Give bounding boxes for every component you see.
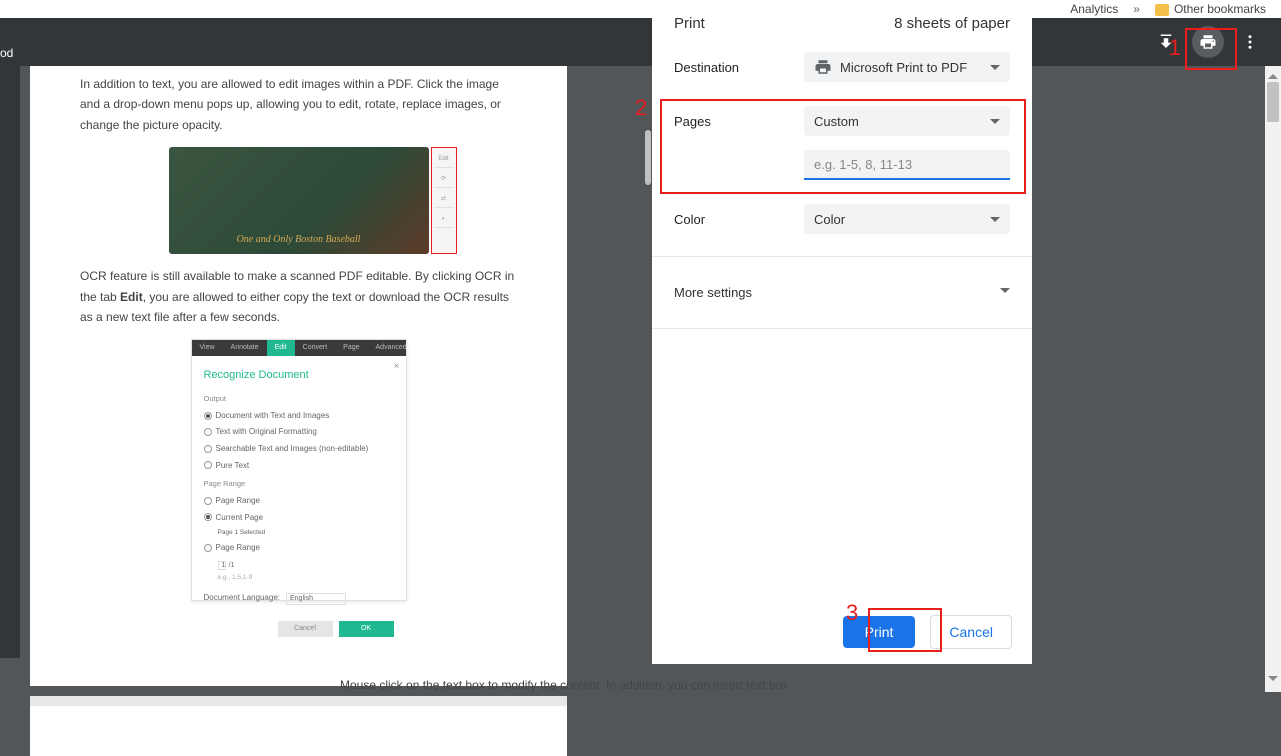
print-title: Print: [674, 15, 705, 32]
destination-dropdown[interactable]: Microsoft Print to PDF: [804, 52, 1010, 82]
chevron-down-icon: [1000, 288, 1010, 300]
more-menu-button[interactable]: [1234, 26, 1266, 58]
pages-dropdown[interactable]: Custom: [804, 106, 1010, 136]
print-dialog: Print 8 sheets of paper Destination Micr…: [652, 0, 1032, 664]
bookmark-other[interactable]: Other bookmarks: [1155, 2, 1266, 16]
preview-page-1: In addition to text, you are allowed to …: [30, 66, 567, 686]
pages-label: Pages: [674, 114, 804, 129]
annotation-1: 1: [1169, 35, 1181, 61]
printer-small-icon: [814, 58, 832, 76]
preview-scrollbar-thumb[interactable]: [645, 130, 651, 185]
doc-illustration-ocr-dialog: View Annotate Edit Convert Page Advanced…: [191, 339, 407, 601]
doc-paragraph-2: OCR feature is still available to make a…: [80, 266, 517, 327]
annotation-3: 3: [846, 600, 858, 626]
more-settings-toggle[interactable]: More settings: [652, 267, 1032, 318]
more-vert-icon: [1241, 33, 1259, 51]
bookmark-analytics[interactable]: Analytics: [1070, 2, 1118, 16]
color-dropdown[interactable]: Color: [804, 204, 1010, 234]
doc-bottom-text: Mouse click on the text box to modify th…: [340, 678, 788, 692]
annotation-2: 2: [635, 95, 647, 121]
bookmark-bar: Analytics » Other bookmarks: [0, 0, 1281, 18]
scroll-down-icon[interactable]: [1268, 676, 1278, 686]
print-button-toolbar[interactable]: [1192, 26, 1224, 58]
sheets-count: 8 sheets of paper: [894, 15, 1010, 32]
scrollbar-thumb[interactable]: [1267, 82, 1279, 122]
doc-paragraph-1: In addition to text, you are allowed to …: [80, 74, 517, 135]
window-scrollbar[interactable]: [1265, 66, 1281, 692]
color-label: Color: [674, 212, 804, 227]
pages-custom-input[interactable]: [804, 150, 1010, 180]
chevron-down-icon: [990, 119, 1000, 129]
printer-icon: [1199, 33, 1217, 51]
pdf-toolbar: [0, 18, 1281, 66]
left-cutoff-panel: od: [0, 18, 20, 658]
doc-illustration-baseball: One and Only Boston Baseball Edit ⟳ ⇄ ◐: [169, 147, 429, 254]
preview-page-2-edge: [30, 696, 567, 756]
scroll-up-icon[interactable]: [1268, 69, 1278, 79]
bookmark-expand-icon[interactable]: »: [1133, 2, 1140, 16]
chevron-down-icon: [990, 65, 1000, 75]
doc-illustration-edit-panel: Edit ⟳ ⇄ ◐: [431, 147, 457, 254]
cancel-button[interactable]: Cancel: [930, 615, 1012, 649]
divider: [652, 328, 1032, 329]
divider: [652, 256, 1032, 257]
folder-icon: [1155, 4, 1169, 16]
chevron-down-icon: [990, 217, 1000, 227]
destination-label: Destination: [674, 60, 804, 75]
